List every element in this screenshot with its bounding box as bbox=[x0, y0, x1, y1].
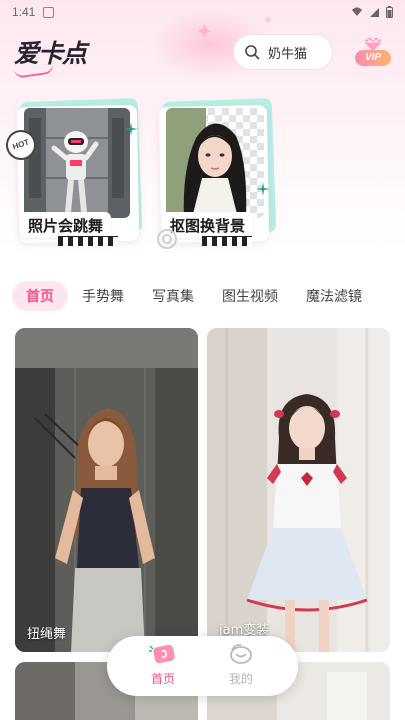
feature-label: 照片会跳舞 bbox=[20, 212, 112, 238]
swirl-icon bbox=[157, 229, 177, 249]
video-thumbnail bbox=[207, 328, 390, 652]
video-thumbnail bbox=[15, 328, 198, 652]
category-tabs: 首页 手势舞 写真集 图生视频 魔法滤镜 bbox=[12, 280, 405, 312]
diamond-icon bbox=[364, 37, 382, 51]
nav-label: 首页 bbox=[150, 672, 175, 686]
video-caption: 扭绳舞 bbox=[27, 627, 67, 642]
search-input[interactable]: 奶牛猫 bbox=[268, 43, 307, 62]
tab-image-to-video[interactable]: 图生视频 bbox=[208, 281, 292, 311]
status-time: 1:41 bbox=[12, 5, 36, 19]
status-icons bbox=[351, 6, 393, 18]
home-icon bbox=[149, 644, 175, 664]
feature-card-cutout[interactable]: 抠图换背景 bbox=[157, 98, 277, 249]
nav-home[interactable]: 首页 bbox=[133, 642, 193, 692]
wifi-icon bbox=[352, 7, 362, 16]
vip-label: VIP bbox=[355, 50, 391, 66]
robot-dance-thumbnail bbox=[24, 108, 130, 218]
checker-decoration bbox=[202, 236, 252, 246]
app-screen: ✦ ✦ 1:41 爱卡点 奶牛猫 VIP 照片会跳舞 HOT 抠图换背景 首页 … bbox=[0, 0, 405, 720]
search-bar[interactable]: 奶牛猫 bbox=[233, 34, 333, 70]
tab-home[interactable]: 首页 bbox=[12, 281, 68, 311]
feature-card-photo-dance[interactable]: 照片会跳舞 HOT bbox=[2, 97, 143, 246]
sparkle-icon bbox=[256, 182, 270, 196]
notification-icon bbox=[43, 6, 55, 18]
search-icon bbox=[245, 45, 260, 60]
tab-photo-album[interactable]: 写真集 bbox=[138, 281, 208, 311]
video-card[interactable]: 扭绳舞 bbox=[15, 328, 198, 652]
profile-icon bbox=[230, 643, 252, 664]
video-card[interactable]: jam变装 bbox=[207, 328, 390, 652]
vip-button[interactable]: VIP bbox=[355, 36, 391, 68]
nav-label: 我的 bbox=[228, 672, 253, 686]
checker-decoration bbox=[58, 236, 118, 246]
status-bar: 1:41 bbox=[0, 0, 405, 24]
signal-icon bbox=[370, 7, 379, 17]
battery-icon bbox=[386, 6, 393, 18]
tab-gesture-dance[interactable]: 手势舞 bbox=[68, 281, 138, 311]
tab-magic-filter[interactable]: 魔法滤镜 bbox=[292, 281, 376, 311]
portrait-thumbnail bbox=[166, 108, 264, 218]
bottom-nav: 首页 我的 bbox=[107, 636, 298, 696]
sparkle-icon bbox=[124, 122, 138, 136]
nav-profile[interactable]: 我的 bbox=[211, 642, 271, 692]
sparkle-icon: ✦ bbox=[195, 20, 214, 45]
